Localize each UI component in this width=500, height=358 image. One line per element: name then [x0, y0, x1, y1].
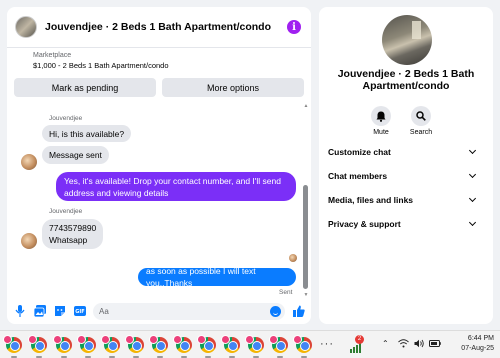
search-icon — [411, 106, 431, 126]
sender-name: Jouvendjee — [49, 115, 83, 122]
chevron-up-icon[interactable]: ⌃ — [382, 339, 389, 348]
profile-badge — [221, 335, 230, 344]
profile-badge — [101, 335, 110, 344]
menu-chat-members[interactable]: Chat members — [328, 169, 478, 183]
info-icon[interactable]: i — [287, 20, 301, 34]
message-bubble-out[interactable]: as soon as possible I will text you..Tha… — [138, 266, 296, 288]
message-scrollbar[interactable]: ▲ ▼ — [302, 103, 310, 298]
chrome-icon[interactable] — [245, 335, 264, 358]
menu-label: Media, files and links — [328, 195, 414, 205]
read-receipt-avatar — [289, 254, 297, 262]
chrome-icon[interactable] — [173, 335, 192, 358]
info-title: Jouvendjee · 2 Beds 1 Bath Apartment/con… — [337, 68, 475, 92]
chrome-icon[interactable] — [221, 335, 240, 358]
scroll-up-arrow[interactable]: ▲ — [302, 103, 310, 109]
chevron-down-icon — [468, 170, 477, 179]
battery-icon[interactable] — [429, 340, 441, 349]
sender-avatar[interactable] — [21, 154, 37, 170]
profile-badge — [173, 335, 182, 344]
profile-badge — [293, 335, 302, 344]
message-composer: GIF Aa — [7, 298, 311, 324]
chrome-icon[interactable] — [101, 335, 120, 358]
profile-badge — [269, 335, 278, 344]
chat-panel: Jouvendjee · 2 Beds 1 Bath Apartment/con… — [7, 7, 311, 324]
chrome-icon[interactable] — [197, 335, 216, 358]
menu-customize-chat[interactable]: Customize chat — [328, 145, 478, 159]
message-text: Whatsapp — [49, 235, 88, 245]
microphone-icon[interactable] — [13, 305, 26, 318]
mute-label: Mute — [373, 129, 389, 136]
volume-icon[interactable] — [414, 339, 425, 350]
message-bubble-out[interactable]: Yes, it's available! Drop your contact n… — [56, 172, 296, 201]
profile-badge — [28, 335, 37, 344]
listing-label: Marketplace — [33, 52, 72, 59]
chrome-icon[interactable] — [293, 335, 312, 358]
more-apps-icon[interactable]: ··· — [320, 338, 334, 350]
chrome-icon[interactable] — [149, 335, 168, 358]
clock-date: 07-Aug-25 — [461, 345, 494, 352]
chevron-down-icon — [468, 194, 477, 203]
thumbs-up-icon[interactable] — [292, 305, 305, 318]
chrome-icon[interactable] — [28, 335, 47, 358]
message-input-placeholder: Aa — [99, 306, 109, 316]
emoji-icon[interactable] — [270, 305, 281, 317]
taskbar: ··· 2 ⌃ 6:44 PM 07-Aug-25 — [0, 330, 500, 358]
bell-icon — [371, 106, 391, 126]
profile-badge — [125, 335, 134, 344]
listing-detail: $1,000 - 2 Beds 1 Bath Apartment/condo — [33, 61, 169, 70]
message-bubble-in[interactable]: Hi, is this available? — [42, 125, 132, 142]
message-text: 7743579890 — [49, 223, 97, 233]
chrome-icon[interactable] — [53, 335, 72, 358]
search-button[interactable]: Search — [401, 106, 441, 136]
menu-label: Chat members — [328, 171, 388, 181]
chevron-down-icon — [468, 146, 477, 155]
profile-badge — [149, 335, 158, 344]
photo-icon[interactable] — [33, 305, 46, 318]
chat-title: Jouvendjee · 2 Beds 1 Bath Apartment/con… — [45, 21, 271, 33]
menu-label: Customize chat — [328, 147, 391, 157]
wifi-icon[interactable] — [398, 339, 409, 350]
search-label: Search — [409, 129, 433, 136]
chevron-down-icon — [468, 218, 477, 227]
profile-badge — [77, 335, 86, 344]
svg-text:GIF: GIF — [75, 309, 84, 315]
app-tray-icon[interactable]: 2 — [348, 335, 366, 353]
sticker-icon[interactable] — [53, 305, 66, 318]
menu-privacy-support[interactable]: Privacy & support — [328, 217, 478, 231]
profile-badge — [197, 335, 206, 344]
listing-photo[interactable] — [382, 15, 432, 65]
mute-button[interactable]: Mute — [361, 106, 401, 136]
chrome-icon[interactable] — [269, 335, 288, 358]
sent-status: Sent — [279, 289, 293, 296]
listing-actions: Mark as pending More options — [7, 78, 311, 97]
chat-header: Jouvendjee · 2 Beds 1 Bath Apartment/con… — [7, 7, 311, 48]
chrome-icon[interactable] — [77, 335, 96, 358]
scroll-thumb[interactable] — [303, 185, 308, 289]
menu-media-files-links[interactable]: Media, files and links — [328, 193, 478, 207]
listing-thumbnail[interactable] — [15, 16, 37, 38]
notification-badge: 2 — [355, 335, 364, 344]
gif-icon[interactable]: GIF — [73, 305, 86, 318]
profile-badge — [3, 335, 12, 344]
sender-name: Jouvendjee — [49, 208, 83, 215]
profile-badge — [53, 335, 62, 344]
mark-pending-button[interactable]: Mark as pending — [14, 78, 156, 97]
sender-avatar[interactable] — [21, 233, 37, 249]
system-clock[interactable]: 6:44 PM 07-Aug-25 — [461, 334, 494, 354]
menu-label: Privacy & support — [328, 219, 401, 229]
chrome-icon[interactable] — [3, 335, 22, 358]
chat-info-panel: Jouvendjee · 2 Beds 1 Bath Apartment/con… — [319, 7, 493, 324]
profile-badge — [245, 335, 254, 344]
more-options-button[interactable]: More options — [162, 78, 304, 97]
chrome-icon[interactable] — [125, 335, 144, 358]
listing-summary[interactable]: Marketplace $1,000 - 2 Beds 1 Bath Apart… — [7, 48, 311, 78]
message-bubble-in[interactable]: 7743579890 Whatsapp — [42, 219, 104, 249]
message-bubble-in[interactable]: Message sent — [42, 146, 109, 164]
message-list: Jouvendjee Hi, is this available? Messag… — [7, 103, 303, 298]
clock-time: 6:44 PM — [467, 335, 494, 342]
message-input[interactable]: Aa — [93, 302, 285, 320]
